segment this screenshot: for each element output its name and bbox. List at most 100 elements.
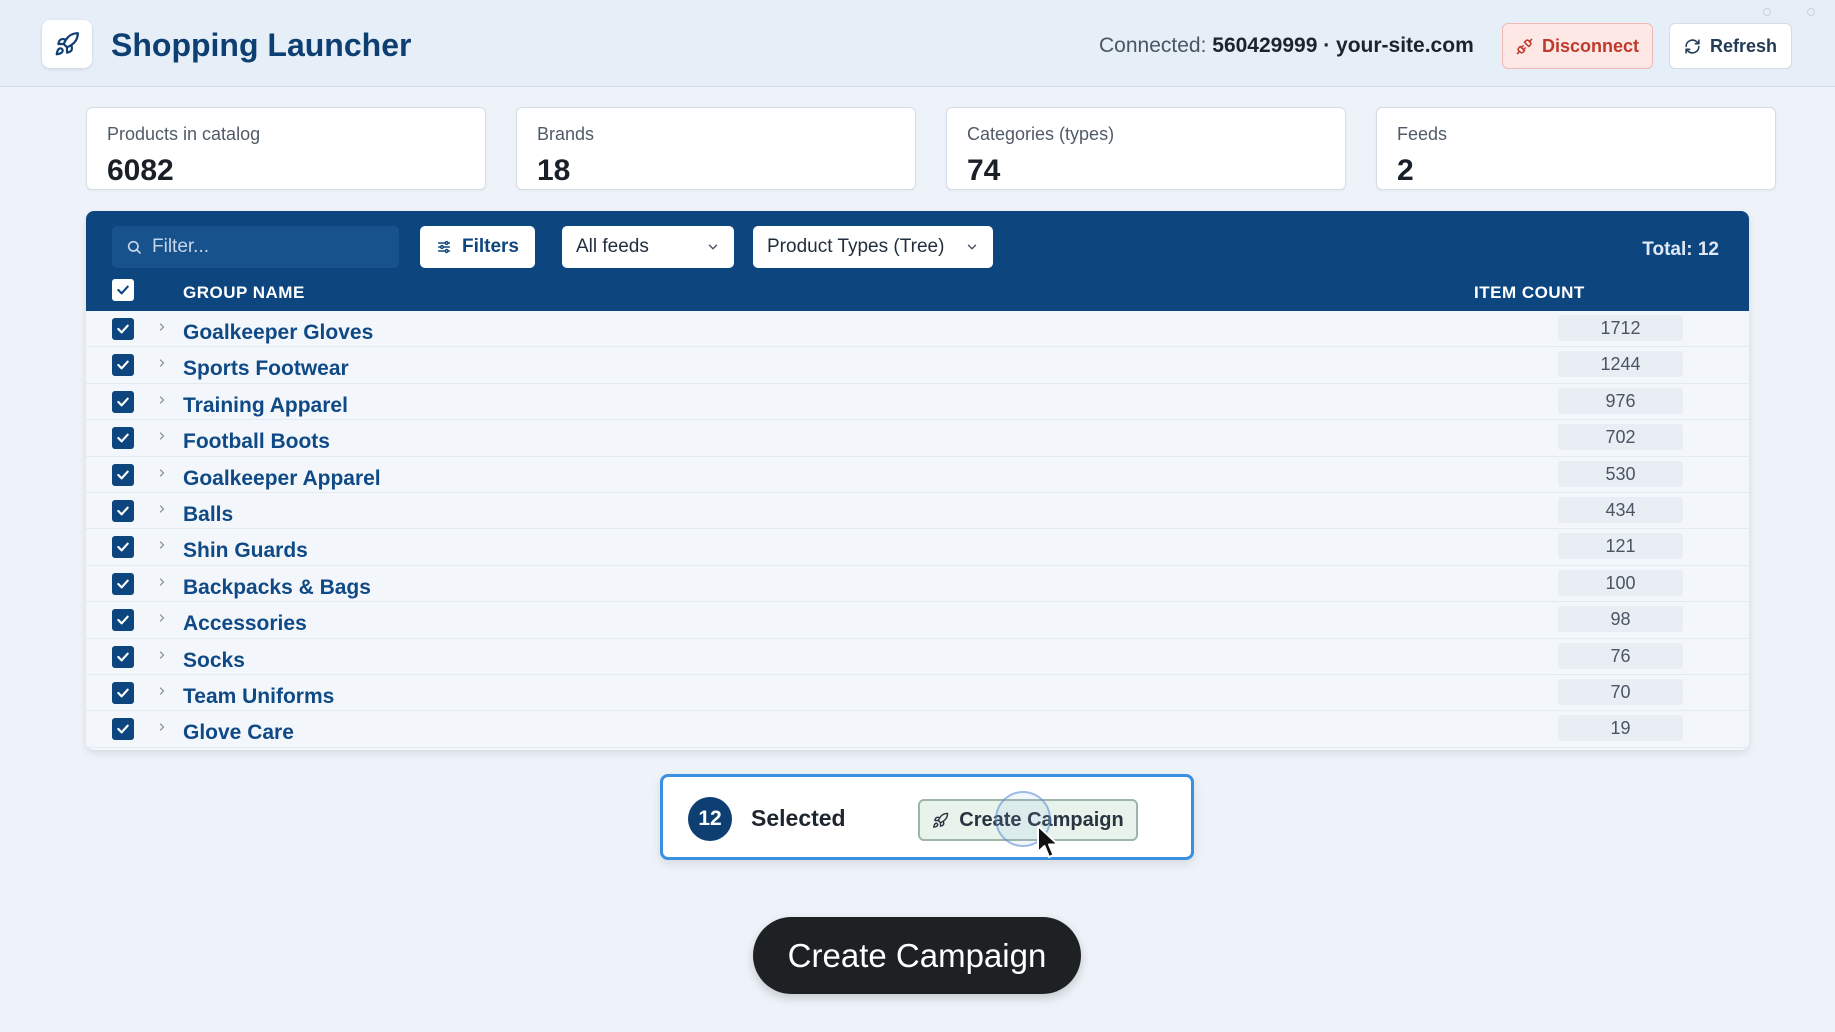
row-checkbox[interactable] [112, 609, 134, 632]
table-row[interactable]: Glove Care 19 [86, 711, 1749, 748]
total-count: Total: 12 [1642, 239, 1719, 260]
stat-card-products: Products in catalog 6082 [86, 107, 486, 190]
group-name: Sports Footwear [183, 357, 349, 381]
table-row[interactable]: Backpacks & Bags 100 [86, 566, 1749, 603]
item-count: 70 [1558, 678, 1683, 705]
checkbox-box [112, 463, 134, 486]
table-row[interactable]: Sports Footwear 1244 [86, 347, 1749, 384]
table-toolbar: Filters All feeds Product Types (Tree) T… [86, 211, 1749, 311]
group-name: Team Uniforms [183, 684, 335, 708]
chevron-right-icon[interactable] [156, 357, 168, 369]
checkbox-box [112, 572, 134, 595]
check-icon [117, 724, 129, 734]
stat-card-categories: Categories (types) 74 [946, 107, 1346, 190]
table-row[interactable]: Football Boots 702 [86, 420, 1749, 457]
column-header-item-count[interactable]: ITEM COUNT [1474, 283, 1585, 303]
selected-count-badge: 12 [688, 797, 732, 841]
row-checkbox[interactable] [112, 390, 134, 413]
chevron-right-icon[interactable] [156, 321, 168, 333]
item-count: 98 [1558, 606, 1683, 633]
checkbox-box [112, 609, 134, 632]
stat-value: 2 [1397, 154, 1414, 187]
app-title: Shopping Launcher [111, 27, 412, 63]
product-types-select-value: Product Types (Tree) [767, 236, 945, 257]
chevron-right-icon[interactable] [156, 394, 168, 406]
row-checkbox[interactable] [112, 536, 134, 559]
check-icon [117, 397, 129, 407]
table-row[interactable]: Shin Guards 121 [86, 529, 1749, 566]
chevron-right-icon[interactable] [156, 467, 168, 479]
table-row[interactable]: Balls 434 [86, 493, 1749, 530]
group-name: Football Boots [183, 430, 330, 454]
check-icon [117, 470, 129, 479]
checkbox-box [112, 499, 134, 522]
chevron-right-icon[interactable] [156, 685, 168, 697]
column-header-group-name[interactable]: GROUP NAME [183, 283, 305, 303]
item-count: 100 [1558, 569, 1683, 596]
chevron-right-icon[interactable] [156, 503, 168, 515]
product-types-select[interactable]: Product Types (Tree) [753, 226, 993, 268]
disconnect-button[interactable]: Disconnect [1502, 23, 1653, 69]
check-icon [117, 688, 129, 698]
stat-label: Categories (types) [967, 124, 1115, 144]
group-rows: Goalkeeper Gloves 1712 Sports Footwear 1… [86, 311, 1749, 748]
selected-label: Selected [751, 805, 846, 831]
table-row[interactable]: Training Apparel 976 [86, 384, 1749, 421]
chevron-down-icon [967, 244, 977, 250]
row-checkbox[interactable] [112, 354, 134, 377]
chevron-right-icon[interactable] [156, 612, 168, 624]
row-checkbox[interactable] [112, 318, 134, 340]
group-name: Balls [183, 502, 234, 526]
item-count: 530 [1558, 460, 1683, 487]
item-count: 19 [1558, 715, 1683, 742]
chevron-right-icon[interactable] [156, 539, 168, 551]
row-checkbox[interactable] [112, 499, 134, 522]
item-count: 1244 [1558, 351, 1683, 378]
checkbox-box [112, 427, 134, 450]
row-checkbox[interactable] [112, 718, 134, 741]
stat-value: 18 [537, 154, 571, 187]
minimize-dot[interactable] [1763, 8, 1771, 16]
feeds-select[interactable]: All feeds [562, 226, 734, 268]
check-icon [117, 579, 129, 589]
select-all-checkbox[interactable] [112, 279, 134, 301]
row-checkbox[interactable] [112, 572, 134, 595]
row-checkbox[interactable] [112, 463, 134, 486]
close-dot[interactable] [1807, 8, 1815, 16]
check-icon [117, 652, 129, 661]
table-row[interactable]: Goalkeeper Gloves 1712 [86, 311, 1749, 348]
row-checkbox[interactable] [112, 645, 134, 668]
chevron-right-icon[interactable] [156, 721, 168, 733]
refresh-label: Refresh [1709, 35, 1778, 56]
check-icon [117, 360, 129, 370]
connection-status: Connected: 560429999 · your-site.com [1099, 34, 1474, 58]
connected-account: 560429999 · your-site.com [1212, 34, 1474, 57]
refresh-icon [1685, 38, 1700, 54]
connected-prefix: Connected: [1099, 34, 1207, 57]
chevron-right-icon[interactable] [156, 576, 168, 588]
filter-input[interactable] [112, 226, 399, 268]
item-count: 121 [1558, 533, 1683, 560]
check-icon [117, 285, 129, 295]
group-name: Training Apparel [183, 393, 348, 417]
item-count: 976 [1558, 387, 1683, 414]
table-row[interactable]: Team Uniforms 70 [86, 675, 1749, 712]
table-row[interactable]: Accessories 98 [86, 602, 1749, 639]
table-row[interactable]: Socks 76 [86, 639, 1749, 675]
row-checkbox[interactable] [112, 681, 134, 704]
check-icon [117, 433, 129, 443]
row-checkbox[interactable] [112, 427, 134, 450]
create-campaign-cta-button[interactable]: Create Campaign [753, 917, 1081, 994]
filters-button[interactable]: Filters [420, 226, 535, 268]
group-name: Backpacks & Bags [183, 575, 371, 599]
filters-label: Filters [461, 236, 520, 257]
item-count: 1712 [1558, 315, 1683, 341]
chevron-down-icon [708, 244, 718, 250]
item-count: 702 [1558, 424, 1683, 451]
feeds-select-value: All feeds [576, 236, 649, 257]
chevron-right-icon[interactable] [156, 649, 168, 661]
checkbox-box [112, 279, 134, 301]
refresh-button[interactable]: Refresh [1669, 23, 1792, 69]
chevron-right-icon[interactable] [156, 430, 168, 442]
table-row[interactable]: Goalkeeper Apparel 530 [86, 457, 1749, 493]
